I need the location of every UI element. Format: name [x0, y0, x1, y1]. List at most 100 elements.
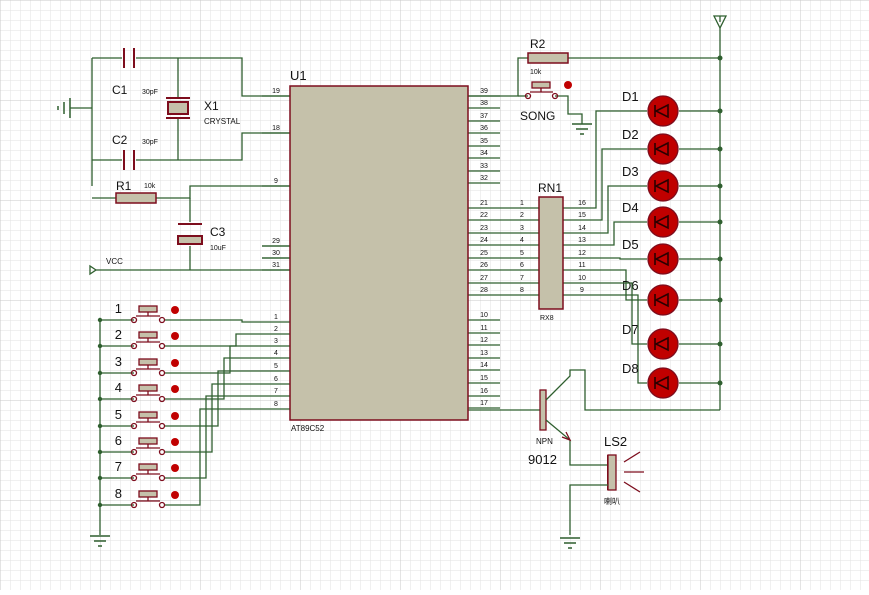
pin-number: 13 [480, 350, 488, 357]
pin-number: 5 [274, 363, 278, 370]
led-label: D2 [622, 127, 639, 142]
led-body [647, 284, 679, 316]
rn1-pin-number: 16 [578, 200, 586, 207]
button-label: 6 [115, 433, 122, 448]
pin-number: 26 [480, 262, 488, 269]
led-label: D5 [622, 237, 639, 252]
junction-dot [97, 502, 103, 508]
pin-number: 30 [272, 250, 280, 257]
pin-number: 7 [274, 388, 278, 395]
junction-dot [717, 55, 723, 61]
x1-value-label: CRYSTAL [204, 117, 241, 126]
rn1-pin-number: 15 [578, 212, 586, 219]
pin-number: 12 [480, 337, 488, 344]
led-body [647, 206, 679, 238]
rn1-pin-number: 14 [578, 225, 586, 232]
u1-ref-label: U1 [290, 68, 307, 83]
rn1-pin-number: 11 [578, 262, 585, 269]
button-label: 8 [115, 486, 122, 501]
ls2-ref-label: LS2 [604, 434, 627, 449]
npn-part-label: 9012 [528, 452, 557, 467]
rn1-pin-number: 6 [520, 262, 524, 269]
junction-dot [717, 183, 723, 189]
button-label: 7 [115, 459, 122, 474]
pin-number: 19 [272, 88, 280, 95]
pin-number: 14 [480, 362, 488, 369]
ls2-label: 喇叭 [604, 496, 620, 506]
junction-dot [97, 370, 103, 376]
junction-dot [97, 449, 103, 455]
rn1-part-label: RX8 [540, 315, 554, 322]
button-cap [138, 463, 158, 471]
pin-number: 28 [480, 287, 488, 294]
pin-number: 27 [480, 275, 488, 282]
button-cap [138, 358, 158, 366]
pin-number: 3 [274, 338, 278, 345]
c1-value-label: 30pF [142, 89, 158, 96]
c1-ref-label: C1 [112, 83, 128, 97]
mcu-body [289, 85, 469, 421]
junction-dot [717, 256, 723, 262]
led-body [647, 367, 679, 399]
junction-dot [97, 317, 103, 323]
button-cap [138, 305, 158, 313]
pin-number: 38 [480, 100, 488, 107]
pin-number: 37 [480, 113, 488, 120]
button-label: 4 [115, 380, 122, 395]
junction-dot [717, 146, 723, 152]
led-body [647, 328, 679, 360]
junction-dot [717, 297, 723, 303]
pin-number: 18 [272, 125, 280, 132]
button-indicator [171, 491, 179, 499]
rn1-pin-number: 1 [520, 200, 524, 207]
pin-number: 35 [480, 138, 488, 145]
rn1-pin-number: 10 [578, 275, 586, 282]
button-indicator [171, 359, 179, 367]
pin-number: 8 [274, 401, 278, 408]
crystal-x1 [166, 97, 190, 119]
button-indicator [171, 306, 179, 314]
button-indicator [171, 332, 179, 340]
button-cap [138, 490, 158, 498]
led-label: D1 [622, 89, 639, 104]
junction-dot [97, 423, 103, 429]
led-label: D4 [622, 200, 639, 215]
pin-number: 10 [480, 312, 488, 319]
button-cap [138, 411, 158, 419]
pin-number: 24 [480, 237, 488, 244]
button-label: 3 [115, 354, 122, 369]
mcu-part-label: AT89C52 [291, 424, 325, 433]
button-cap [138, 437, 158, 445]
pin-number: 17 [480, 400, 488, 407]
rn1-pin-number: 7 [520, 275, 524, 282]
rn1-pin-number: 5 [520, 250, 524, 257]
schematic-canvas: 19XTAL118XTAL29RST29PSEN30ALE31EA1P1.0/T… [0, 0, 869, 590]
rn1-pin-number: 13 [578, 237, 586, 244]
junction-dot [717, 380, 723, 386]
led-body [647, 170, 679, 202]
led-body [647, 133, 679, 165]
rn1-ref-label: RN1 [538, 181, 562, 195]
led-body [647, 95, 679, 127]
pin-number: 15 [480, 375, 488, 382]
npn-type-label: NPN [536, 437, 553, 446]
r1-value-label: 10k [144, 183, 156, 190]
r1-ref-label: R1 [116, 179, 132, 193]
pin-number: 6 [274, 376, 278, 383]
button-indicator [171, 464, 179, 472]
rn1-pin-number: 8 [520, 287, 524, 294]
r2-ref-label: R2 [530, 37, 546, 51]
c3-value-label: 10uF [210, 245, 226, 252]
c2-ref-label: C2 [112, 133, 128, 147]
resistor-r2 [527, 52, 569, 64]
rn1-pin-number: 12 [578, 250, 586, 257]
pin-number: 4 [274, 350, 278, 357]
pin-number: 36 [480, 125, 488, 132]
song-label: SONG [520, 109, 555, 123]
x1-ref-label: X1 [204, 99, 219, 113]
pin-number: 11 [480, 325, 487, 332]
pin-number: 2 [274, 326, 278, 333]
pin-number: 34 [480, 150, 488, 157]
vcc-label: VCC [106, 257, 123, 266]
pin-number: 33 [480, 163, 488, 170]
